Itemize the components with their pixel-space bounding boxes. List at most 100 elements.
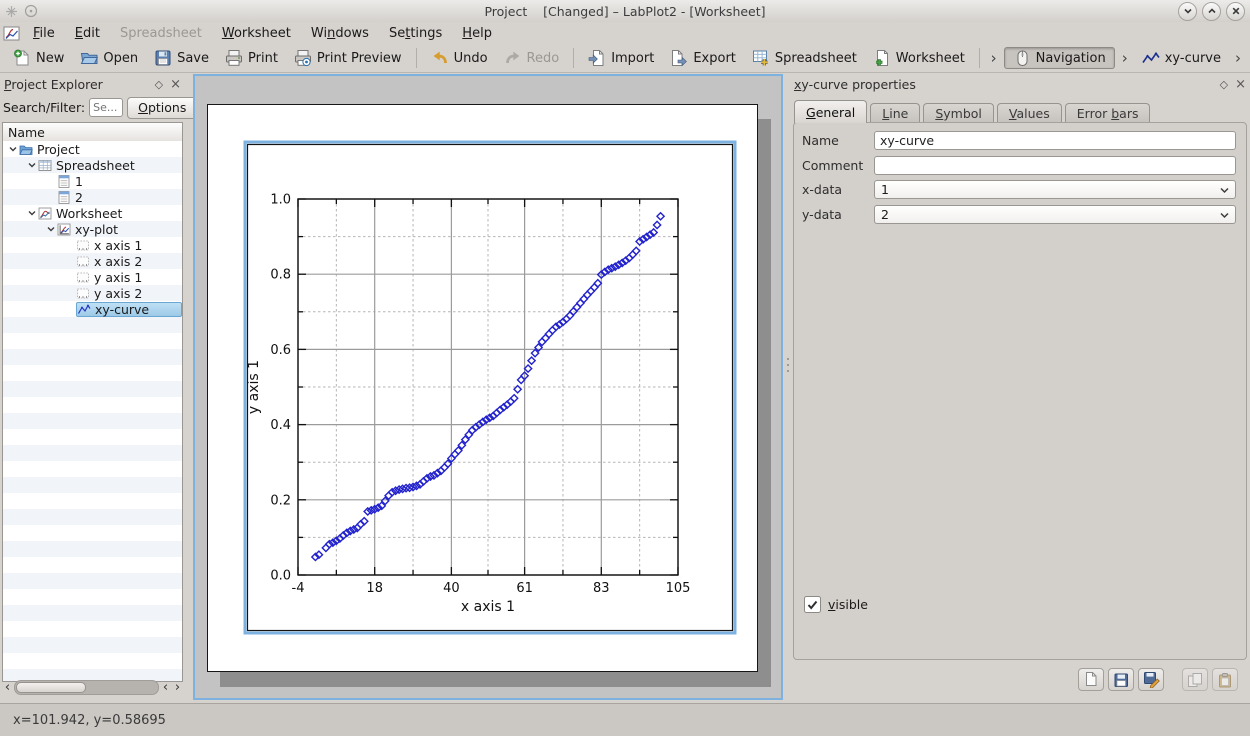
labplot-logo-icon	[3, 26, 20, 41]
minimize-button[interactable]	[1178, 2, 1197, 21]
expander-icon[interactable]	[26, 208, 38, 218]
copy-properties-button[interactable]	[1182, 668, 1208, 691]
load-template-button[interactable]	[1078, 668, 1104, 691]
visible-checkbox[interactable]	[804, 596, 821, 613]
menu-worksheet[interactable]: Worksheet	[213, 24, 300, 43]
tree-item-column-2[interactable]: 2	[3, 189, 182, 205]
menu-edit[interactable]: Edit	[66, 24, 109, 43]
tab-general[interactable]: General	[794, 100, 867, 123]
printer-icon	[225, 49, 243, 67]
pin-icon[interactable]	[4, 4, 19, 19]
tree-item-worksheet[interactable]: Worksheet	[3, 205, 182, 221]
close-dock-icon[interactable]: ×	[170, 77, 181, 92]
svg-text:61: 61	[516, 581, 533, 596]
print-preview-icon	[294, 49, 312, 67]
menu-settings[interactable]: Settings	[380, 24, 451, 43]
expander-icon[interactable]	[45, 224, 57, 234]
paste-properties-button[interactable]	[1212, 668, 1238, 691]
tree-item-x-axis-2[interactable]: x axis 2	[3, 253, 182, 269]
document-icon	[1083, 671, 1099, 688]
tree-item-project[interactable]: Project	[3, 141, 182, 157]
scrollbar-thumb[interactable]	[16, 682, 86, 693]
redo-icon	[504, 49, 522, 67]
export-icon	[670, 49, 688, 67]
menu-file[interactable]: File	[24, 24, 64, 43]
maximize-button[interactable]	[1202, 2, 1221, 21]
open-folder-icon	[80, 49, 98, 67]
scroll-left-icon[interactable]: ‹	[2, 681, 13, 694]
new-button[interactable]: New	[6, 47, 71, 69]
redo-button[interactable]: Redo	[497, 47, 567, 69]
project-explorer-title: Project Explorer	[4, 77, 103, 92]
tree-item-xy-curve[interactable]: xy-curve	[3, 301, 182, 317]
properties-tabs: General Line Symbol Values Error bars	[794, 101, 1244, 123]
svg-text:18: 18	[366, 581, 383, 596]
y-data-select[interactable]: 2	[874, 205, 1236, 224]
tab-line[interactable]: Line	[870, 103, 920, 123]
copy-icon	[1187, 672, 1203, 688]
tree-column-header-name[interactable]: Name	[3, 123, 182, 142]
worksheet-page[interactable]: x axis 1 y axis 1 -4184061831050.00.20.4…	[207, 104, 758, 672]
save-template-button[interactable]	[1108, 668, 1134, 691]
undo-button[interactable]: Undo	[424, 47, 495, 69]
name-field[interactable]	[874, 131, 1236, 150]
statusbar: x=101.942, y=0.58695	[0, 703, 1250, 736]
scrollbar-track[interactable]	[14, 680, 159, 695]
add-spreadsheet-button[interactable]: Spreadsheet	[745, 47, 864, 69]
toolbar-separator	[979, 48, 980, 68]
tab-error-bars[interactable]: Error bars	[1065, 103, 1151, 123]
toolbar-extension-chevron[interactable]: ›	[1232, 48, 1244, 68]
comment-field[interactable]	[874, 156, 1236, 175]
expander-icon[interactable]	[26, 160, 38, 170]
search-filter-input[interactable]	[89, 98, 123, 117]
xy-curve-toolbar-button[interactable]: xy-curve	[1135, 48, 1228, 68]
close-dock-icon[interactable]: ×	[1235, 77, 1246, 92]
import-button[interactable]: Import	[581, 47, 661, 69]
float-dock-icon[interactable]: ◇	[1220, 78, 1228, 91]
project-tree: Name Project Spreadsheet 1 2	[2, 122, 183, 682]
x-data-select[interactable]: 1	[874, 180, 1236, 199]
menu-help[interactable]: Help	[453, 24, 501, 43]
scroll-left-icon[interactable]: ‹	[160, 681, 171, 694]
curve-icon	[77, 303, 91, 316]
tree-item-x-axis-1[interactable]: x axis 1	[3, 237, 182, 253]
print-button[interactable]: Print	[218, 47, 285, 69]
tree-item-y-axis-2[interactable]: y axis 2	[3, 285, 182, 301]
tab-values[interactable]: Values	[997, 103, 1062, 123]
tree-item-xy-plot[interactable]: xy-plot	[3, 221, 182, 237]
menu-windows[interactable]: Windows	[302, 24, 378, 43]
explorer-horizontal-scrollbar[interactable]: ‹ ‹ ›	[2, 680, 183, 695]
paste-icon	[1217, 672, 1233, 688]
navigation-mode-button[interactable]: Navigation	[1004, 47, 1115, 69]
axis-icon	[76, 255, 90, 268]
export-button[interactable]: Export	[663, 47, 743, 69]
menu-spreadsheet[interactable]: Spreadsheet	[111, 24, 211, 43]
project-explorer-header[interactable]: Project Explorer ◇ ×	[0, 74, 185, 95]
check-icon	[807, 600, 818, 610]
scroll-right-icon[interactable]: ›	[172, 681, 183, 694]
add-worksheet-button[interactable]: Worksheet	[866, 47, 972, 69]
float-dock-icon[interactable]: ◇	[155, 78, 163, 91]
expander-icon[interactable]	[7, 144, 19, 154]
worksheet-view[interactable]: x axis 1 y axis 1 -4184061831050.00.20.4…	[193, 74, 783, 700]
save-as-default-button[interactable]	[1138, 668, 1164, 691]
open-button[interactable]: Open	[73, 47, 145, 69]
print-preview-button[interactable]: Print Preview	[287, 47, 409, 69]
tree-item-spreadsheet[interactable]: Spreadsheet	[3, 157, 182, 173]
floppy-icon	[1113, 672, 1129, 688]
toolbar-extension-chevron[interactable]: ›	[988, 48, 1000, 68]
spreadsheet-icon	[38, 159, 52, 172]
svg-text:40: 40	[443, 581, 460, 596]
properties-header[interactable]: xy-curve properties ◇ ×	[790, 74, 1250, 95]
plot-icon	[57, 223, 71, 236]
tree-item-column-1[interactable]: 1	[3, 173, 182, 189]
save-button[interactable]: Save	[147, 47, 216, 69]
options-button[interactable]: Options	[127, 97, 197, 119]
toolbar-separator	[573, 48, 574, 68]
toolbar-extension-chevron[interactable]: ›	[1119, 48, 1131, 68]
close-button[interactable]	[1226, 2, 1245, 21]
tab-symbol[interactable]: Symbol	[923, 103, 994, 123]
svg-text:105: 105	[666, 581, 691, 596]
system-menu-button[interactable]	[23, 4, 38, 19]
tree-item-y-axis-1[interactable]: y axis 1	[3, 269, 182, 285]
